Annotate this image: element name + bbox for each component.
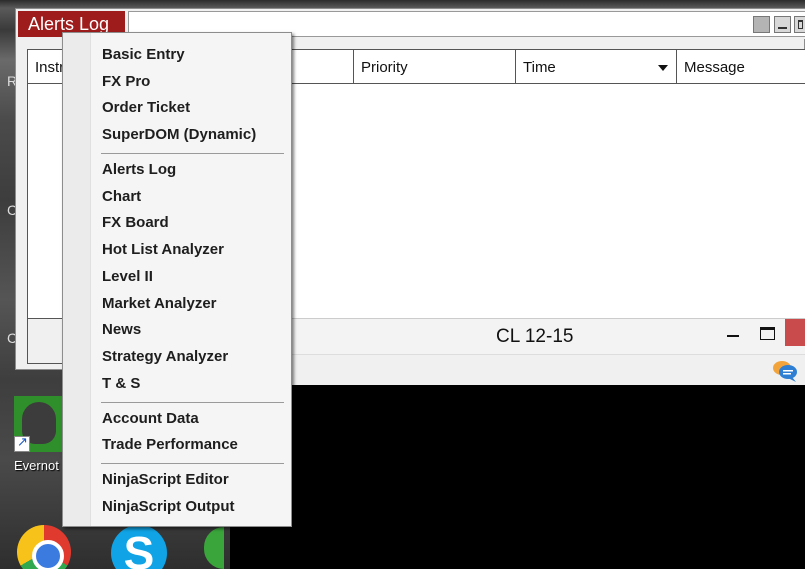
new-window-context-menu: Basic Entry FX Pro Order Ticket SuperDOM… — [62, 32, 292, 527]
tab-strip[interactable] — [27, 319, 67, 364]
chart-window-title: CL 12-15 — [496, 326, 574, 347]
menu-separator — [101, 402, 284, 403]
menu-separator — [101, 153, 284, 154]
sort-descending-icon — [658, 65, 668, 71]
menu-item-strategy-analyzer[interactable]: Strategy Analyzer — [102, 346, 228, 368]
column-header-time[interactable]: Time — [515, 50, 676, 83]
chart-canvas — [230, 385, 805, 569]
menu-icon-gutter — [63, 33, 91, 526]
evernote-label: Evernot — [14, 458, 59, 473]
menu-item-news[interactable]: News — [102, 319, 141, 341]
close-button[interactable] — [785, 319, 805, 346]
menu-item-superdom-dynamic[interactable]: SuperDOM (Dynamic) — [102, 124, 256, 146]
shortcut-arrow-icon — [14, 434, 30, 452]
window-option-button[interactable] — [753, 16, 770, 33]
menu-item-alerts-log[interactable]: Alerts Log — [102, 159, 176, 181]
chart-status-bar — [290, 354, 805, 385]
menu-item-time-and-sales[interactable]: T & S — [102, 373, 140, 395]
maximize-icon[interactable] — [760, 327, 775, 340]
column-header-message[interactable]: Message — [676, 50, 805, 83]
minimize-button[interactable] — [774, 16, 791, 33]
column-header-priority[interactable]: Priority — [353, 50, 515, 83]
evernote-icon[interactable] — [14, 396, 62, 452]
menu-item-account-data[interactable]: Account Data — [102, 408, 199, 430]
menu-item-chart[interactable]: Chart — [102, 186, 141, 208]
menu-item-order-ticket[interactable]: Order Ticket — [102, 97, 190, 119]
menu-item-level-ii[interactable]: Level II — [102, 266, 153, 288]
chat-bubble-icon[interactable] — [772, 359, 798, 383]
menu-item-hot-list-analyzer[interactable]: Hot List Analyzer — [102, 239, 224, 261]
menu-item-market-analyzer[interactable]: Market Analyzer — [102, 293, 217, 315]
column-header-time-label: Time — [523, 59, 556, 76]
minimize-icon[interactable] — [727, 335, 739, 337]
chart-window-titlebar[interactable]: CL 12-15 — [290, 318, 805, 354]
menu-item-fx-board[interactable]: FX Board — [102, 212, 169, 234]
menu-separator — [101, 463, 284, 464]
menu-item-trade-performance[interactable]: Trade Performance — [102, 434, 238, 456]
menu-item-ninjascript-output[interactable]: NinjaScript Output — [102, 496, 235, 518]
menu-item-fx-pro[interactable]: FX Pro — [102, 71, 150, 93]
maximize-button[interactable] — [794, 16, 805, 33]
menu-item-basic-entry[interactable]: Basic Entry — [102, 44, 185, 66]
menu-item-ninjascript-editor[interactable]: NinjaScript Editor — [102, 469, 229, 491]
